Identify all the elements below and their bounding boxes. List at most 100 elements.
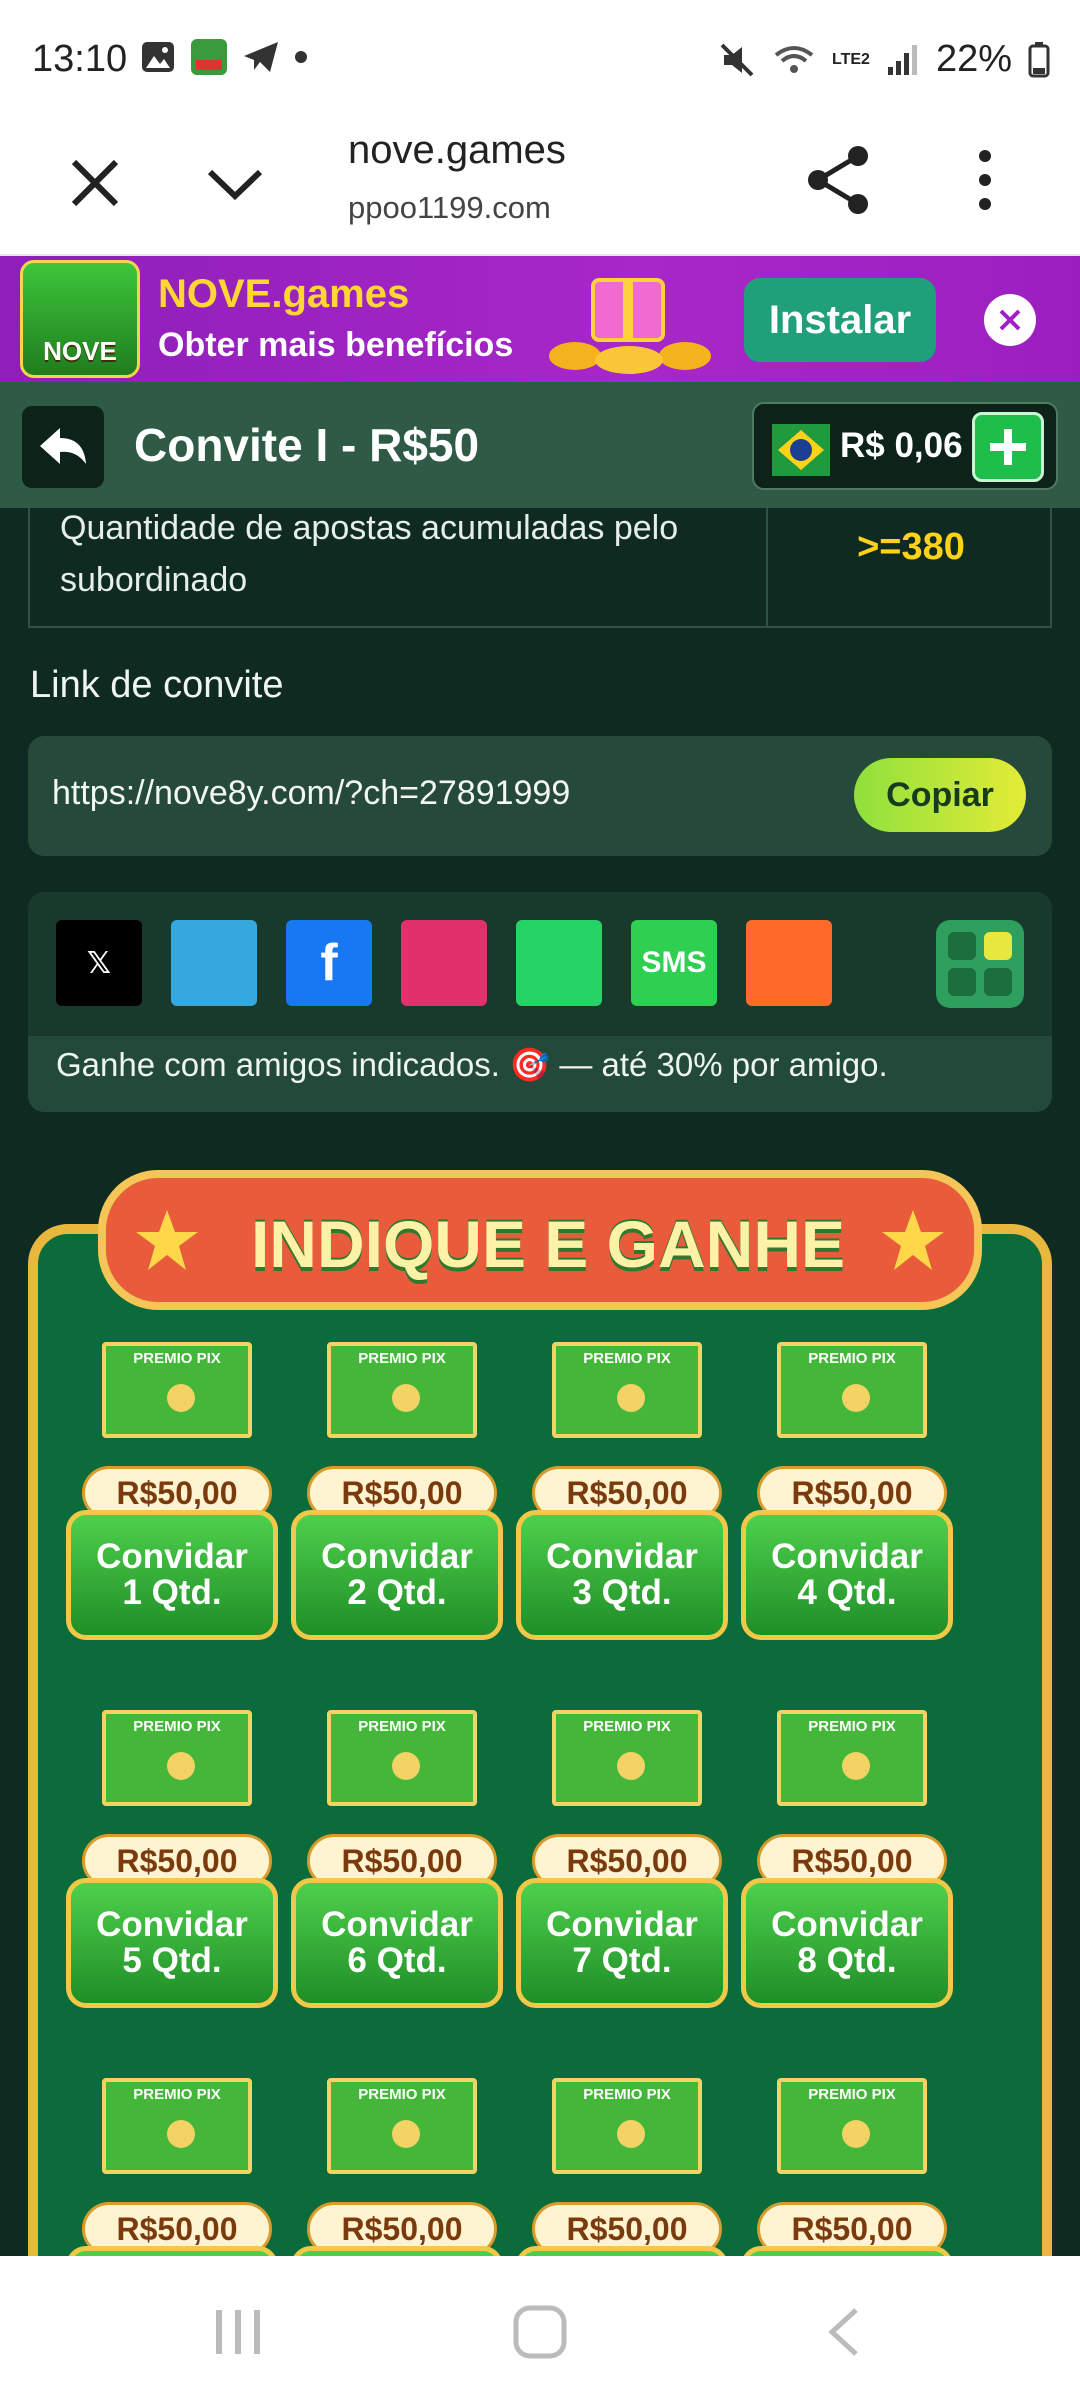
envelope-icon: PREMIO PIX xyxy=(102,1342,252,1438)
invite-button[interactable]: Convidar 8 Qtd. xyxy=(741,1878,953,2008)
invite-button[interactable]: Convidar 7 Qtd. xyxy=(516,1878,728,2008)
battery-percent: 22% xyxy=(935,38,1012,80)
envelope-label: PREMIO PIX xyxy=(358,1718,446,1735)
copy-button[interactable]: Copiar xyxy=(854,758,1026,832)
invite-button[interactable]: Convidar 3 Qtd. xyxy=(516,1510,728,1640)
invite-button[interactable] xyxy=(66,2246,278,2256)
invite-button-line1: Convidar xyxy=(321,1905,473,1944)
envelope-icon: PREMIO PIX xyxy=(552,1710,702,1806)
reward-card[interactable]: PREMIO PIX R$50,00 Convidar 8 Qtd. xyxy=(731,1710,953,2030)
apps-icon[interactable] xyxy=(936,920,1024,1008)
reward-card[interactable]: PREMIO PIX R$50,00 Convidar 6 Qtd. xyxy=(281,1710,503,2030)
envelope-label: PREMIO PIX xyxy=(808,1350,896,1367)
invite-button[interactable]: Convidar 4 Qtd. xyxy=(741,1510,953,1640)
gift-coins-icon xyxy=(549,278,711,374)
reward-card[interactable]: PREMIO PIX R$50,00 xyxy=(506,2078,728,2256)
app-notification-icon xyxy=(191,39,227,75)
requirement-row: Quantidade de apostas acumuladas pelo su… xyxy=(28,508,1052,628)
envelope-label: PREMIO PIX xyxy=(133,2086,221,2103)
x-icon[interactable]: 𝕏 xyxy=(56,920,142,1006)
dot-icon xyxy=(295,51,307,63)
star-icon xyxy=(882,1210,944,1270)
envelope-icon: PREMIO PIX xyxy=(327,1710,477,1806)
invite-button[interactable]: Convidar 5 Qtd. xyxy=(66,1878,278,2008)
reward-card[interactable]: PREMIO PIX R$50,00 xyxy=(281,2078,503,2256)
main-content[interactable]: Quantidade de apostas acumuladas pelo su… xyxy=(0,508,1080,2256)
reward-card[interactable]: PREMIO PIX R$50,00 xyxy=(731,2078,953,2256)
page-title: Convite I - R$50 xyxy=(134,419,480,471)
envelope-icon: PREMIO PIX xyxy=(777,1342,927,1438)
gallery-icon xyxy=(142,42,174,72)
kwai-icon[interactable] xyxy=(746,920,832,1006)
back-button[interactable] xyxy=(22,406,104,488)
invite-button-line2: 7 Qtd. xyxy=(572,1941,672,1980)
sms-label: SMS xyxy=(641,946,707,979)
signal-icon xyxy=(887,44,917,75)
envelope-seal xyxy=(167,1752,195,1780)
balance-amount: R$ 0,06 xyxy=(840,426,963,465)
back-icon[interactable] xyxy=(820,2304,868,2360)
home-icon[interactable] xyxy=(510,2302,570,2362)
invite-button[interactable] xyxy=(741,2246,953,2256)
envelope-label: PREMIO PIX xyxy=(358,2086,446,2103)
invite-link-box: https://nove8y.com/?ch=27891999 Copiar xyxy=(28,736,1052,856)
envelope-seal xyxy=(167,1384,195,1412)
status-time: 13:10 xyxy=(32,38,128,80)
invite-button-line2: 6 Qtd. xyxy=(347,1941,447,1980)
recent-apps-icon[interactable] xyxy=(210,2304,266,2360)
reward-card[interactable]: PREMIO PIX R$50,00 Convidar 2 Qtd. xyxy=(281,1342,503,1662)
facebook-icon[interactable]: f xyxy=(286,920,372,1006)
app-logo: NOVE xyxy=(20,260,140,378)
wallet-balance[interactable]: R$ 0,06 xyxy=(752,402,1058,490)
reward-card[interactable]: PREMIO PIX R$50,00 Convidar 1 Qtd. xyxy=(56,1342,278,1662)
requirement-label: Quantidade de apostas acumuladas pelo su… xyxy=(60,509,679,599)
instagram-icon[interactable] xyxy=(401,920,487,1006)
invite-button[interactable]: Convidar 1 Qtd. xyxy=(66,1510,278,1640)
share-panel: 𝕏f SMS Ganhe com amigos indicados. 🎯 — at… xyxy=(28,892,1052,1112)
envelope-label: PREMIO PIX xyxy=(583,1718,671,1735)
install-button[interactable]: Instalar xyxy=(744,278,936,362)
invite-button[interactable]: Convidar 2 Qtd. xyxy=(291,1510,503,1640)
battery-icon xyxy=(1028,41,1050,77)
invite-button-line1: Convidar xyxy=(321,1537,473,1576)
deposit-button[interactable] xyxy=(972,412,1044,482)
envelope-icon: PREMIO PIX xyxy=(552,1342,702,1438)
reward-card[interactable]: PREMIO PIX R$50,00 Convidar 4 Qtd. xyxy=(731,1342,953,1662)
more-options-icon[interactable] xyxy=(950,140,1020,220)
page-url[interactable]: ppoo1199.com xyxy=(348,190,551,226)
mute-icon xyxy=(720,43,754,76)
x-label: 𝕏 xyxy=(86,946,112,980)
envelope-label: PREMIO PIX xyxy=(583,2086,671,2103)
invite-button[interactable] xyxy=(516,2246,728,2256)
close-tab-icon[interactable] xyxy=(60,148,130,218)
invite-button-line2: 8 Qtd. xyxy=(797,1941,897,1980)
plus-icon xyxy=(990,429,1026,465)
chevron-down-icon[interactable] xyxy=(200,148,270,218)
app-logo-text: NOVE xyxy=(43,336,117,366)
close-icon xyxy=(999,309,1021,331)
reward-card[interactable]: PREMIO PIX R$50,00 Convidar 3 Qtd. xyxy=(506,1342,728,1662)
reward-card[interactable]: PREMIO PIX R$50,00 Convidar 7 Qtd. xyxy=(506,1710,728,2030)
reward-card[interactable]: PREMIO PIX R$50,00 xyxy=(56,2078,278,2256)
brazil-flag-icon xyxy=(772,424,830,476)
envelope-seal xyxy=(842,1384,870,1412)
network-type: LTE2 xyxy=(832,50,870,68)
sms-icon[interactable]: SMS xyxy=(631,920,717,1006)
telegram-icon[interactable] xyxy=(171,920,257,1006)
status-bar: 13:10 LTE2 22% xyxy=(0,0,1080,118)
invite-button[interactable]: Convidar 6 Qtd. xyxy=(291,1878,503,2008)
envelope-seal xyxy=(392,1384,420,1412)
invite-link[interactable]: https://nove8y.com/?ch=27891999 xyxy=(52,774,570,813)
facebook-label: f xyxy=(320,934,338,992)
reward-card[interactable]: PREMIO PIX R$50,00 Convidar 5 Qtd. xyxy=(56,1710,278,2030)
whatsapp-icon[interactable] xyxy=(516,920,602,1006)
invite-button-line1: Convidar xyxy=(96,1905,248,1944)
envelope-icon: PREMIO PIX xyxy=(777,1710,927,1806)
envelope-seal xyxy=(392,1752,420,1780)
share-icon[interactable] xyxy=(800,140,880,220)
close-banner-button[interactable] xyxy=(984,294,1036,346)
invite-button[interactable] xyxy=(291,2246,503,2256)
invite-link-label: Link de convite xyxy=(30,664,284,706)
invite-button-line1: Convidar xyxy=(546,1905,698,1944)
invite-button-line1: Convidar xyxy=(96,1537,248,1576)
